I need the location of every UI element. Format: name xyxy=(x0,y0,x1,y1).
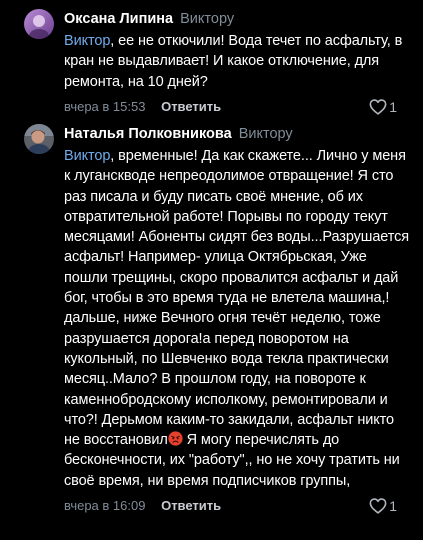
avatar-purple-image xyxy=(24,9,54,39)
comment-timestamp[interactable]: вчера в 15:53 xyxy=(64,99,145,114)
heart-icon xyxy=(369,99,387,115)
like-count: 1 xyxy=(389,498,397,515)
reply-to-label[interactable]: Виктору xyxy=(180,11,234,27)
author-name[interactable]: Оксана Липина xyxy=(64,11,173,27)
comment-header: Оксана Липина Виктору xyxy=(64,9,411,29)
mention-link[interactable]: Виктор xyxy=(64,33,110,49)
reply-to-label[interactable]: Виктору xyxy=(239,126,293,142)
like-button[interactable]: 1 xyxy=(369,97,397,117)
like-count: 1 xyxy=(389,98,397,115)
angry-face-emoji xyxy=(168,431,183,446)
author-name[interactable]: Наталья Полковникова xyxy=(64,126,232,142)
comment-text: Виктор, временные! Да как скажете... Лич… xyxy=(64,146,411,491)
comment-header: Наталья Полковникова Виктору xyxy=(64,124,411,144)
comment-text-content: , ее не откючили! Вода течет по асфальту… xyxy=(64,33,403,90)
heart-icon xyxy=(369,498,387,514)
author-avatar[interactable] xyxy=(24,9,54,39)
author-avatar[interactable] xyxy=(24,124,54,154)
like-button[interactable]: 1 xyxy=(369,496,397,516)
mention-link[interactable]: Виктор xyxy=(64,148,110,164)
comment-text-content: , временные! Да как скажете... Лично у м… xyxy=(64,148,410,449)
comment-footer: вчера в 15:53 Ответить 1 xyxy=(64,97,411,117)
comment-footer: вчера в 16:09 Ответить 1 xyxy=(64,496,411,516)
comment-text: Виктор, ее не откючили! Вода течет по ас… xyxy=(64,31,411,92)
avatar-photo-image xyxy=(24,124,54,154)
comment-timestamp[interactable]: вчера в 16:09 xyxy=(64,498,145,513)
reply-button[interactable]: Ответить xyxy=(161,99,221,114)
reply-button[interactable]: Ответить xyxy=(161,498,221,513)
